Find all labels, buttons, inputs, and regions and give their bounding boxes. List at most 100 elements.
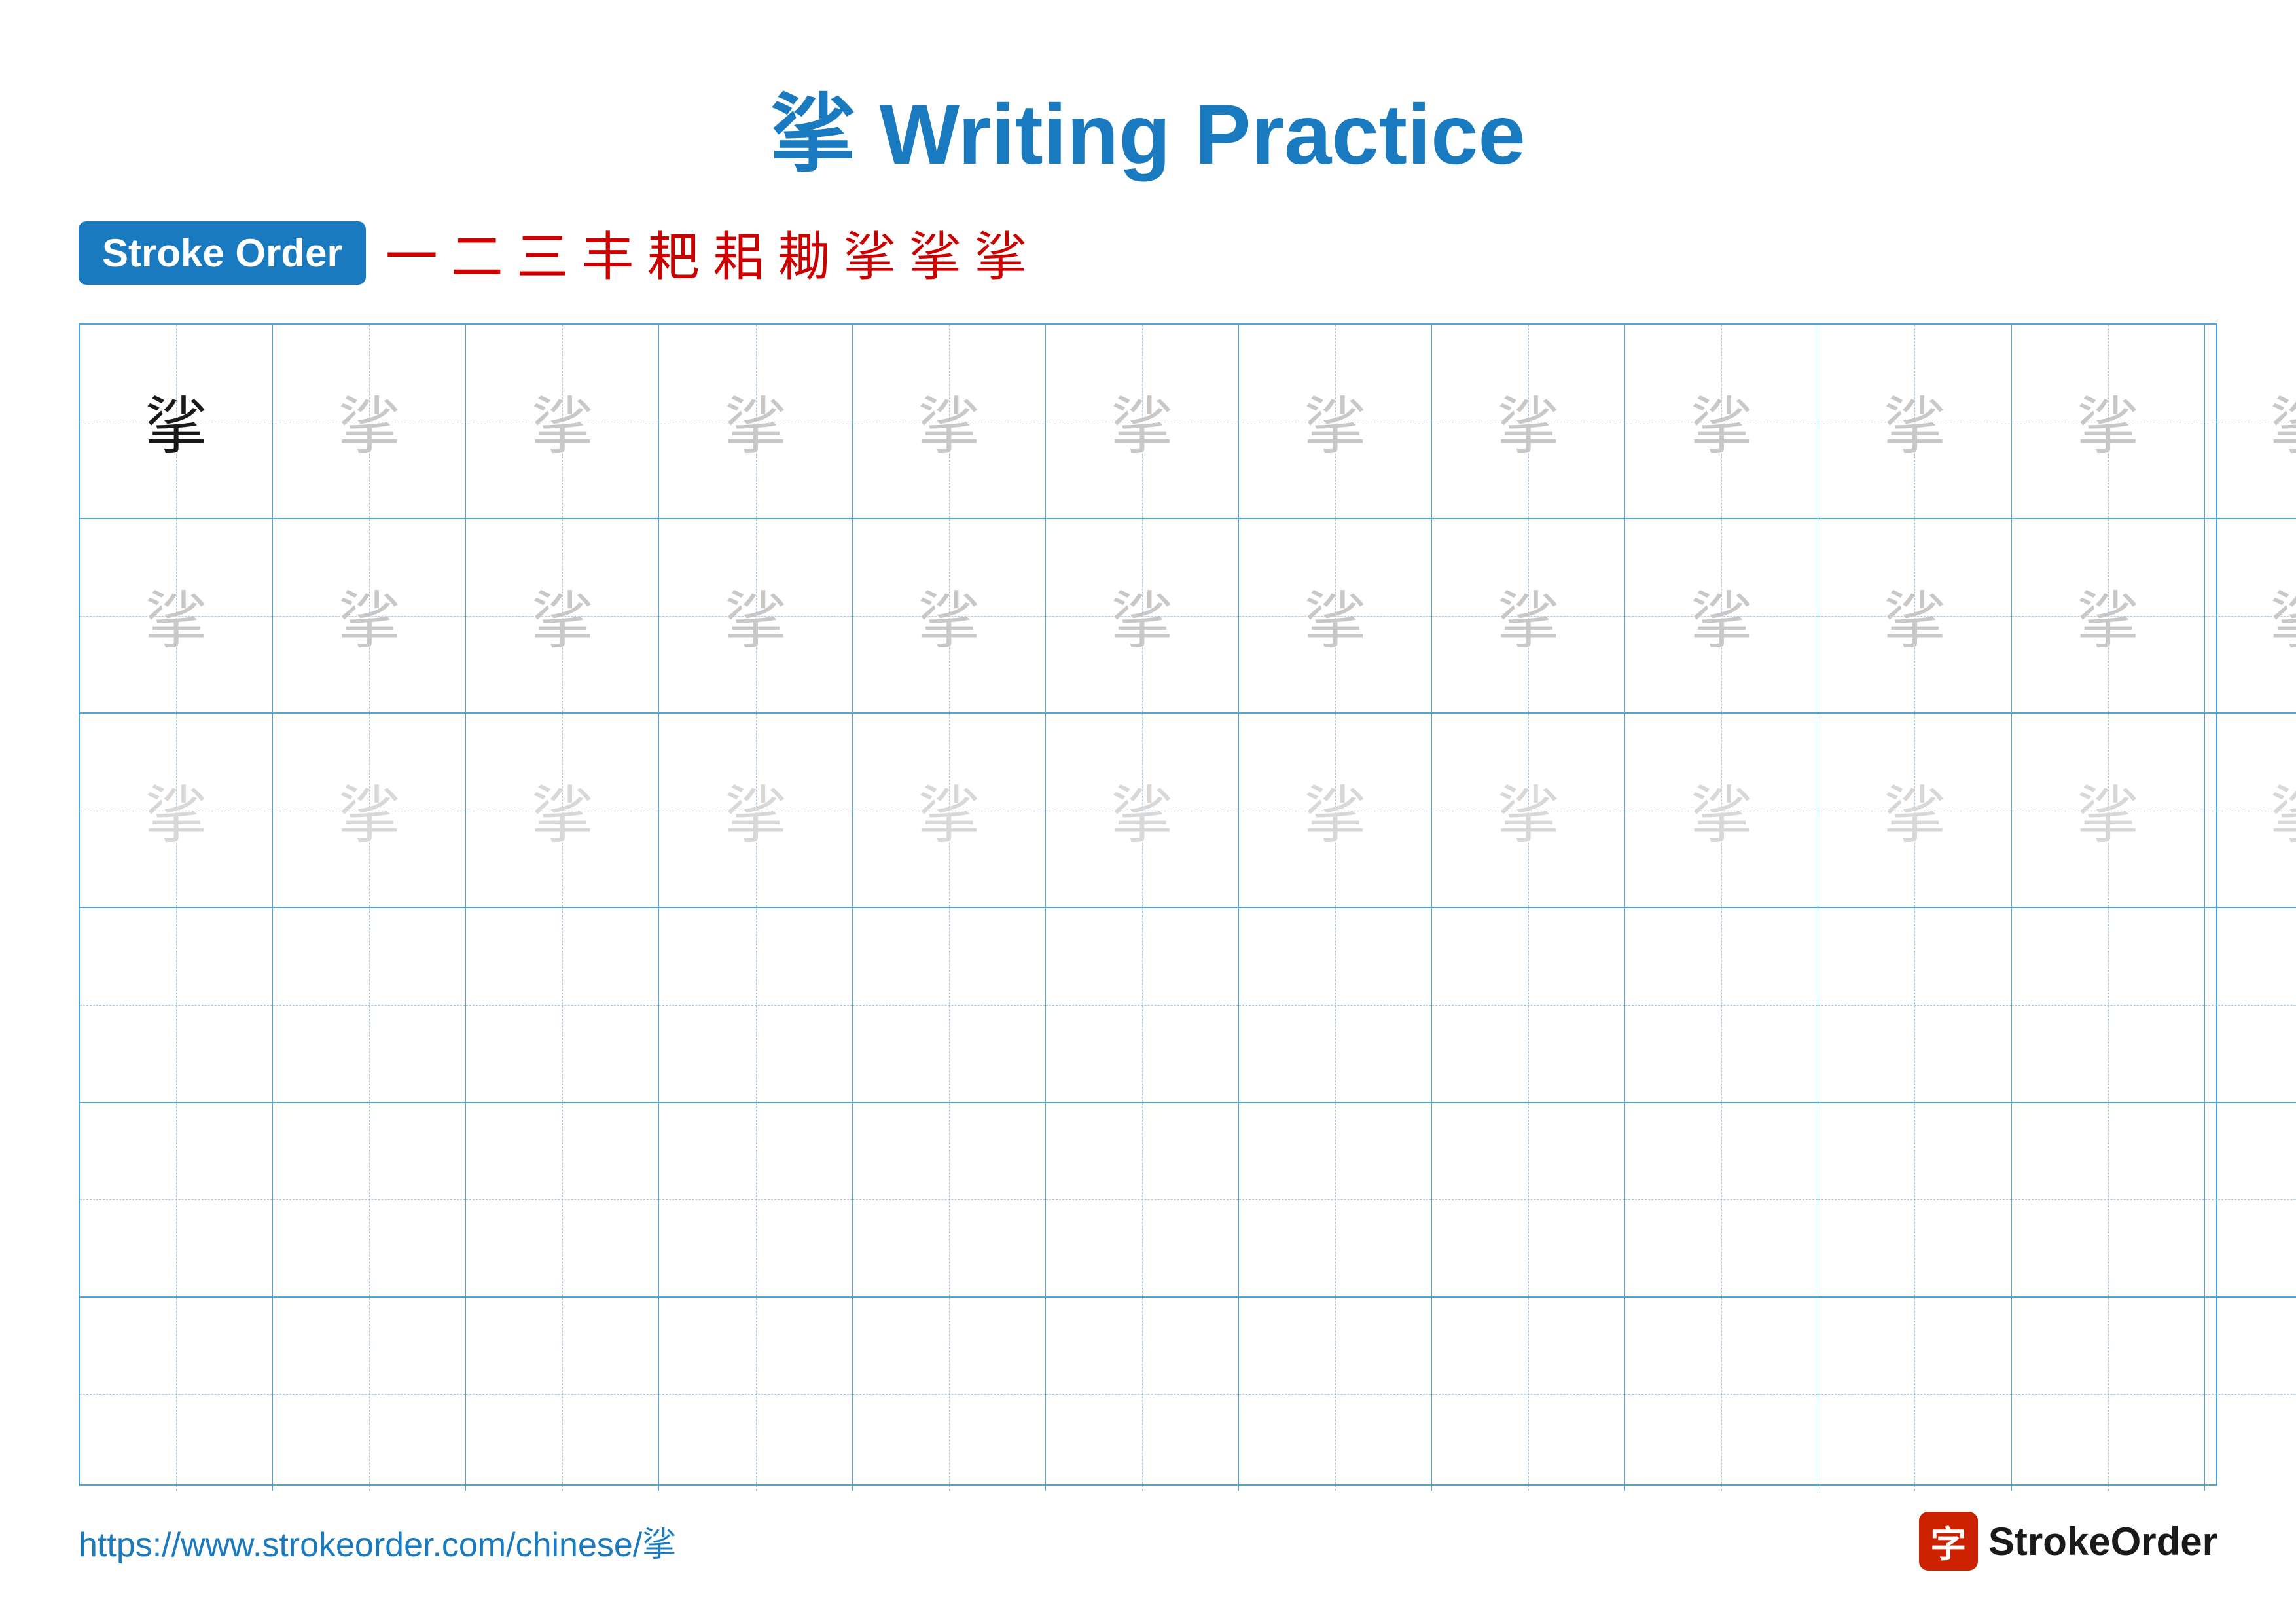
- cell-2-8: 挲: [1432, 519, 1625, 712]
- cell-6-2[interactable]: [273, 1298, 466, 1491]
- grid-row-1: 挲 挲 挲 挲 挲 挲 挲 挲 挲 挲 挲 挲 挲: [80, 325, 2296, 519]
- cell-4-12[interactable]: [2205, 908, 2296, 1101]
- cell-2-9: 挲: [1625, 519, 1818, 712]
- cell-2-5: 挲: [853, 519, 1046, 712]
- cell-5-12[interactable]: [2205, 1103, 2296, 1296]
- cell-2-1: 挲: [80, 519, 273, 712]
- logo-text: StrokeOrder: [1988, 1519, 2217, 1564]
- cell-3-2: 挲: [273, 714, 466, 907]
- cell-1-1: 挲: [80, 325, 273, 518]
- cell-3-11: 挲: [2012, 714, 2205, 907]
- cell-5-10[interactable]: [1818, 1103, 2011, 1296]
- cell-3-8: 挲: [1432, 714, 1625, 907]
- grid-row-5: [80, 1103, 2296, 1298]
- cell-3-4: 挲: [659, 714, 852, 907]
- page-title: 挲 Writing Practice: [770, 65, 1525, 189]
- stroke-5: 耙: [647, 215, 700, 291]
- cell-3-1: 挲: [80, 714, 273, 907]
- cell-2-6: 挲: [1046, 519, 1239, 712]
- stroke-1: 一: [386, 215, 438, 291]
- stroke-sequence: 一 二 三 丰 耙 耜 耡 挲 挲 挲: [386, 215, 1027, 291]
- logo-char: 字: [1930, 1515, 1966, 1567]
- cell-3-12: 挲: [2205, 714, 2296, 907]
- footer-url: https://www.strokeorder.com/chinese/挲: [79, 1517, 676, 1566]
- cell-6-5[interactable]: [853, 1298, 1046, 1491]
- cell-6-4[interactable]: [659, 1298, 852, 1491]
- cell-1-5: 挲: [853, 325, 1046, 518]
- stroke-3: 三: [516, 215, 569, 291]
- cell-6-10[interactable]: [1818, 1298, 2011, 1491]
- grid-row-4: [80, 908, 2296, 1103]
- cell-1-8: 挲: [1432, 325, 1625, 518]
- cell-5-5[interactable]: [853, 1103, 1046, 1296]
- title-text: 挲 Writing Practice: [770, 86, 1525, 182]
- cell-1-10: 挲: [1818, 325, 2011, 518]
- stroke-order-row: Stroke Order 一 二 三 丰 耙 耜 耡 挲 挲 挲: [79, 215, 2217, 291]
- footer-logo: 字 StrokeOrder: [1919, 1512, 2217, 1571]
- stroke-10: 挲: [975, 215, 1027, 291]
- cell-3-6: 挲: [1046, 714, 1239, 907]
- cell-1-9: 挲: [1625, 325, 1818, 518]
- cell-6-3[interactable]: [466, 1298, 659, 1491]
- footer: https://www.strokeorder.com/chinese/挲 字 …: [79, 1512, 2217, 1571]
- cell-4-1[interactable]: [80, 908, 273, 1101]
- cell-2-12: 挲: [2205, 519, 2296, 712]
- cell-5-8[interactable]: [1432, 1103, 1625, 1296]
- stroke-8: 挲: [844, 215, 896, 291]
- cell-4-9[interactable]: [1625, 908, 1818, 1101]
- cell-1-7: 挲: [1239, 325, 1432, 518]
- cell-4-11[interactable]: [2012, 908, 2205, 1101]
- grid-row-3: 挲 挲 挲 挲 挲 挲 挲 挲 挲 挲 挲 挲 挲: [80, 714, 2296, 908]
- char-medium: 挲: [338, 376, 401, 466]
- stroke-6: 耜: [713, 215, 765, 291]
- cell-3-9: 挲: [1625, 714, 1818, 907]
- stroke-4: 丰: [582, 215, 634, 291]
- cell-5-1[interactable]: [80, 1103, 273, 1296]
- grid-row-2: 挲 挲 挲 挲 挲 挲 挲 挲 挲 挲 挲 挲 挲: [80, 519, 2296, 714]
- cell-2-2: 挲: [273, 519, 466, 712]
- cell-3-5: 挲: [853, 714, 1046, 907]
- cell-4-6[interactable]: [1046, 908, 1239, 1101]
- page: 挲 Writing Practice Stroke Order 一 二 三 丰 …: [0, 0, 2296, 1623]
- cell-1-6: 挲: [1046, 325, 1239, 518]
- stroke-9: 挲: [909, 215, 961, 291]
- stroke-7: 耡: [778, 215, 831, 291]
- stroke-2: 二: [451, 215, 503, 291]
- cell-4-7[interactable]: [1239, 908, 1432, 1101]
- cell-4-4[interactable]: [659, 908, 852, 1101]
- cell-4-8[interactable]: [1432, 908, 1625, 1101]
- cell-2-11: 挲: [2012, 519, 2205, 712]
- cell-4-5[interactable]: [853, 908, 1046, 1101]
- cell-1-11: 挲: [2012, 325, 2205, 518]
- stroke-order-badge: Stroke Order: [79, 221, 366, 285]
- cell-5-7[interactable]: [1239, 1103, 1432, 1296]
- cell-2-4: 挲: [659, 519, 852, 712]
- cell-6-8[interactable]: [1432, 1298, 1625, 1491]
- cell-5-4[interactable]: [659, 1103, 852, 1296]
- cell-6-7[interactable]: [1239, 1298, 1432, 1491]
- cell-5-11[interactable]: [2012, 1103, 2205, 1296]
- grid-row-6: [80, 1298, 2296, 1491]
- cell-1-2: 挲: [273, 325, 466, 518]
- cell-4-2[interactable]: [273, 908, 466, 1101]
- cell-2-7: 挲: [1239, 519, 1432, 712]
- cell-3-3: 挲: [466, 714, 659, 907]
- logo-icon: 字: [1919, 1512, 1978, 1571]
- cell-5-6[interactable]: [1046, 1103, 1239, 1296]
- cell-3-10: 挲: [1818, 714, 2011, 907]
- cell-6-11[interactable]: [2012, 1298, 2205, 1491]
- cell-6-9[interactable]: [1625, 1298, 1818, 1491]
- cell-5-9[interactable]: [1625, 1103, 1818, 1296]
- cell-1-4: 挲: [659, 325, 852, 518]
- cell-5-2[interactable]: [273, 1103, 466, 1296]
- cell-6-1[interactable]: [80, 1298, 273, 1491]
- cell-2-3: 挲: [466, 519, 659, 712]
- cell-6-12[interactable]: [2205, 1298, 2296, 1491]
- cell-5-3[interactable]: [466, 1103, 659, 1296]
- cell-2-10: 挲: [1818, 519, 2011, 712]
- cell-6-6[interactable]: [1046, 1298, 1239, 1491]
- cell-4-10[interactable]: [1818, 908, 2011, 1101]
- cell-1-3: 挲: [466, 325, 659, 518]
- cell-4-3[interactable]: [466, 908, 659, 1101]
- cell-1-12: 挲: [2205, 325, 2296, 518]
